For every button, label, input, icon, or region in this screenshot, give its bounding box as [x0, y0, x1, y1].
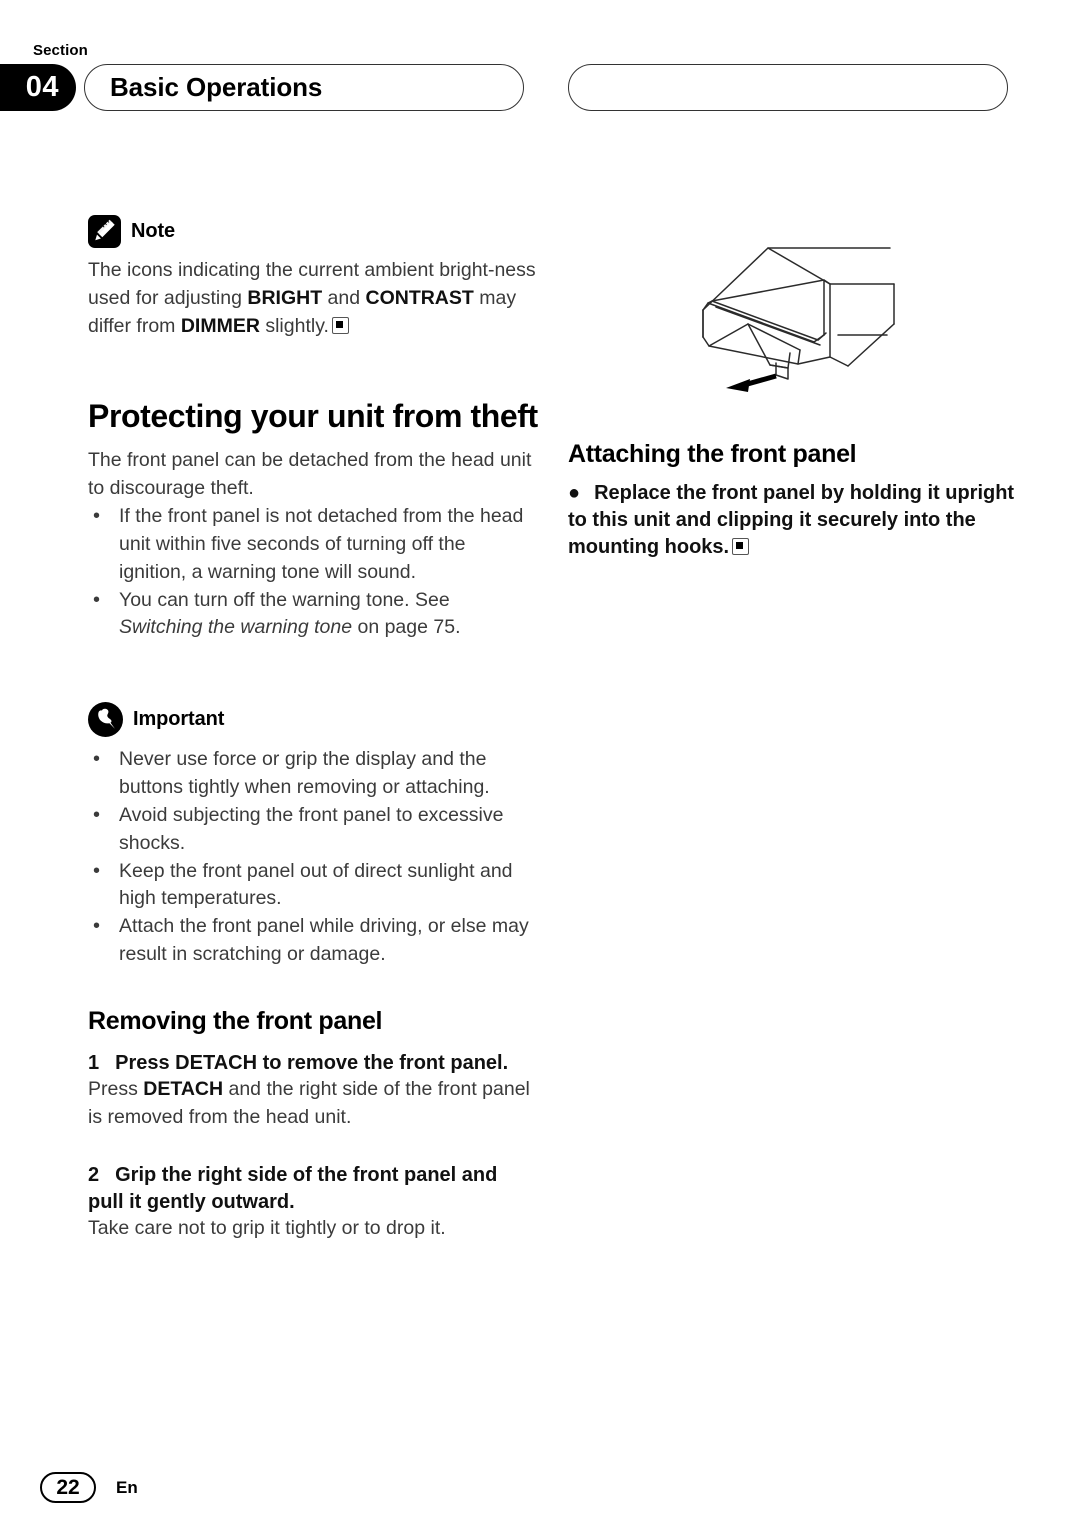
step-instruction: Grip the right side of the front panel a… [88, 1164, 498, 1213]
important-label: Important [133, 708, 225, 730]
note-bold-bright: BRIGHT [247, 286, 323, 309]
list-item: Avoid subjecting the front panel to exce… [88, 801, 538, 858]
pushpin-icon [88, 702, 123, 737]
procedure-step-2-detail: Take care not to grip it tightly or to d… [88, 1215, 538, 1243]
page-title: Protecting your unit from theft [88, 398, 538, 434]
attaching-heading: Attaching the front panel [568, 440, 857, 468]
page-footer: 22 En [40, 1472, 138, 1503]
head-unit-front-panel-detach-illustration [648, 185, 988, 420]
page-number: 22 [40, 1472, 96, 1503]
list-item: Attach the front panel while driving, or… [88, 912, 538, 969]
removing-heading: Removing the front panel [88, 1007, 383, 1035]
bullet-text-after: on page 75. [352, 616, 461, 639]
list-item: Keep the front panel out of direct sunli… [88, 857, 538, 914]
section-label: Section [33, 42, 88, 59]
step-detail-before: Press [88, 1078, 144, 1101]
procedure-step-2: 2 Grip the right side of the front panel … [88, 1162, 538, 1215]
important-bullet-list: Never use force or grip the display and … [88, 745, 538, 969]
step-instruction: Press DETACH to remove the front panel. [115, 1051, 509, 1074]
language-code: En [116, 1477, 138, 1497]
note-callout-header: Note [88, 215, 538, 248]
list-item: If the front panel is not detached from … [88, 502, 538, 587]
step-detail-before: Take care not to grip it tightly or to d… [88, 1217, 446, 1240]
protecting-section: Protecting your unit from theft The fron… [88, 398, 538, 642]
protecting-intro: The front panel can be detached from the… [88, 449, 532, 500]
list-item: Never use force or grip the display and … [88, 745, 538, 802]
note-text-2: and [322, 286, 366, 309]
procedure-step-1-detail: Press DETACH and the right side of the f… [88, 1076, 538, 1132]
bullet-marker: ● [568, 481, 581, 504]
attaching-instruction: ● Replace the front panel by holding it u… [568, 480, 1020, 562]
step-number: 1 [88, 1051, 100, 1074]
protecting-bullet-list: If the front panel is not detached from … [88, 502, 538, 643]
section-number-badge: 04 [0, 64, 76, 111]
important-callout-header: Important [88, 702, 538, 737]
important-callout: Important Never use force or grip the di… [88, 702, 538, 969]
end-of-block-marker [331, 316, 349, 334]
chapter-title-pill: Basic Operations [84, 64, 524, 111]
procedure-step-1: 1 Press DETACH to remove the front panel. [88, 1050, 538, 1077]
removing-section: Removing the front panel 1 Press DETACH t… [88, 1007, 538, 1243]
header-pill-right [568, 64, 1008, 111]
step-number: 2 [88, 1164, 100, 1187]
note-callout: Note The icons indicating the current am… [88, 215, 538, 341]
page-header: Section 04 Basic Operations [0, 0, 1080, 130]
detach-direction-arrow [726, 373, 777, 392]
note-bold-dimmer: DIMMER [180, 314, 260, 337]
attaching-instruction-text: Replace the front panel by holding it up… [568, 481, 1015, 559]
note-text: The icons indicating the current ambient… [88, 257, 538, 341]
step-detail-bold-detach: DETACH [143, 1078, 224, 1101]
note-bold-contrast: CONTRAST [365, 286, 474, 309]
note-text-4: slightly. [259, 314, 329, 337]
cross-reference-italic: Switching the warning tone [119, 616, 353, 639]
list-item: You can turn off the warning tone. See S… [88, 586, 538, 643]
pencil-icon [88, 215, 121, 248]
chapter-title: Basic Operations [110, 72, 323, 102]
bullet-text-before: You can turn off the warning tone. See [119, 588, 450, 611]
note-label: Note [131, 220, 176, 242]
attaching-section: Attaching the front panel ● Replace the f… [568, 440, 1020, 561]
end-of-block-marker [732, 538, 750, 556]
